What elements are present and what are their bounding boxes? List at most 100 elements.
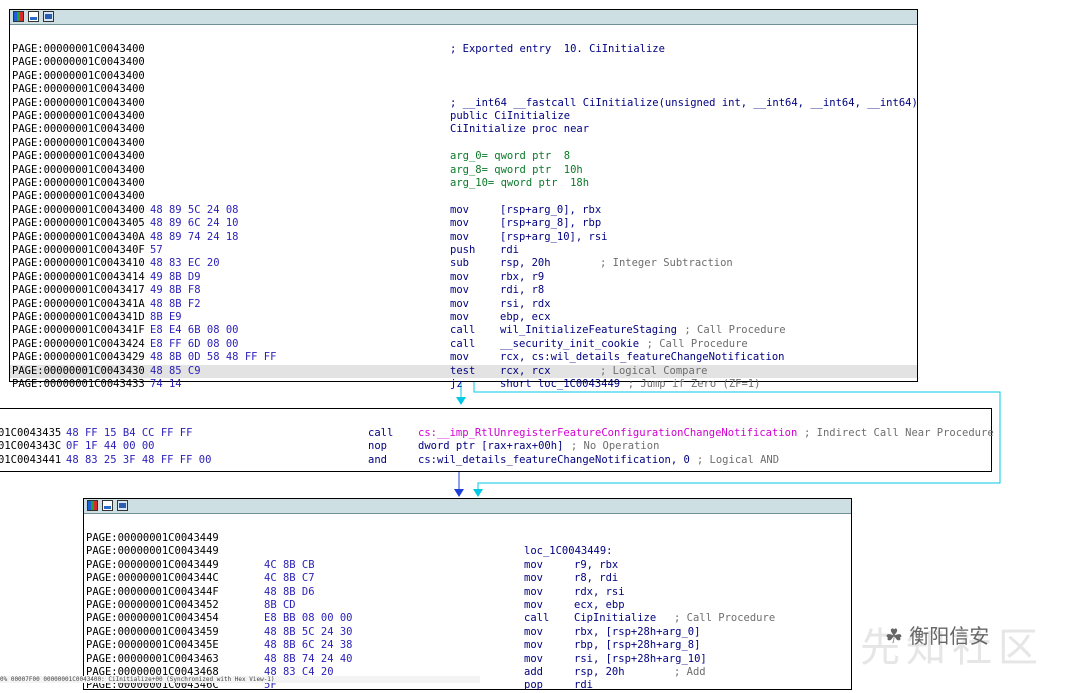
edge-arrow-2 [454,489,464,497]
operands: rdi [574,679,593,692]
listing-row[interactable]: PAGE:00000001C004340F 57 push rdi [10,244,917,257]
listing-row[interactable]: 01C0043441 48 83 25 3F 48 FF FF 00 and cs:w… [0,454,991,467]
operands: dword ptr [rax+rax+00h] [418,440,564,453]
opcode-bytes: 4C 8B C7 [264,572,315,585]
operands: rsp, 20h [574,666,625,678]
opcode-bytes: 48 89 6C 24 10 [150,217,239,230]
listing-row[interactable]: PAGE:00000001C0043400 [10,190,917,203]
opcode-bytes: 48 83 EC 20 [150,257,220,270]
listing-row[interactable]: PAGE:00000001C0043449 [84,532,851,545]
address: 01C0043441 [0,453,62,466]
listing-row[interactable]: PAGE:00000001C0043454 E8 BB 08 00 00 call C… [84,612,851,625]
listing-row[interactable]: PAGE:00000001C0043400 public CiInitialize [10,110,917,123]
opcode-bytes: 8B E9 [150,311,182,323]
listing-row[interactable]: PAGE:00000001C0043433 74 14 jz short loc_1C… [10,378,917,391]
operands: rbx, r9 [500,270,545,283]
operands: rcx, rcx [500,364,551,377]
comment: ; Integer Subtraction [600,257,733,270]
listing-row[interactable]: PAGE:00000001C0043463 48 8B 74 24 40 mov rs… [84,653,851,666]
node-header [10,10,917,25]
mnemonic: mov [524,639,543,652]
listing-row[interactable]: PAGE:00000001C0043405 48 89 6C 24 10 mov [r… [10,217,917,230]
mnemonic: mov [450,230,469,243]
window-icon[interactable] [43,11,54,22]
listing-row[interactable]: PAGE:00000001C0043400 arg_10= qword ptr 1… [10,177,917,190]
address: PAGE:00000001C0043400 [12,163,145,176]
operands: rcx, cs:wil_details_featureChangeNotific… [500,351,785,364]
window-icon[interactable] [117,500,128,511]
directive-text: loc_1C0043449: [524,545,613,558]
listing-row[interactable]: PAGE:00000001C004344C 4C 8B C7 mov r8, rdi [84,572,851,585]
address: PAGE:00000001C004341F [12,324,145,337]
operands: rbp, [rsp+28h+arg_8] [574,639,701,652]
status-bar: 0% 00007F00 00000001C0043400: CiInitiali… [0,676,480,683]
listing-row[interactable]: PAGE:00000001C0043452 8B CD mov ecx, ebp [84,599,851,612]
listing-row[interactable]: PAGE:00000001C0043424 E8 FF 6D 08 00 call _… [10,338,917,351]
directive-text: arg_10= qword ptr 18h [450,177,590,189]
listing-row[interactable]: PAGE:00000001C0043400 ; __int64 __fastcal… [10,97,918,110]
listing-row[interactable]: PAGE:00000001C0043459 48 8B 5C 24 30 mov rb… [84,626,851,639]
listing-row[interactable]: PAGE:00000001C0043400 [10,56,917,69]
listing-row[interactable]: PAGE:00000001C0043400 arg_8= qword ptr 10… [10,164,917,177]
listing-row[interactable]: PAGE:00000001C004344F 48 8B D6 mov rdx, rsi [84,586,851,599]
address: PAGE:00000001C004341D [12,311,145,323]
address: PAGE:00000001C0043417 [12,284,145,297]
listing-row[interactable]: PAGE:00000001C0043400 48 89 5C 24 08 mov [r… [10,204,917,217]
comment: ; Jump if Zero (ZF=1) [627,378,761,390]
address: PAGE:00000001C004340F [12,244,145,256]
graph-node-2[interactable]: 01C0043435 48 FF 15 B4 CC FF FF call cs:__i… [0,408,994,472]
listing-row[interactable]: PAGE:00000001C0043449 loc_1C0043449: [84,545,851,558]
node-header [84,499,851,514]
listing-row[interactable]: PAGE:00000001C0043430 48 85 C9 test rcx, rc… [10,364,917,378]
listing-row[interactable]: PAGE:00000001C0043414 49 8B D9 mov rbx, r9 [10,271,917,284]
address: PAGE:00000001C0043449 [86,532,219,544]
operands: rbx, [rsp+28h+arg_0] [574,625,701,638]
address: PAGE:00000001C004345E [86,639,219,652]
address: PAGE:00000001C0043400 [12,83,145,96]
operands: wil_InitializeFeatureStaging [500,324,678,337]
opcode-bytes: 49 8B F8 [150,284,201,297]
listing-row[interactable]: 01C0043435 48 FF 15 B4 CC FF FF call cs:__i… [0,427,994,440]
watermark: ☘ 衡阳信安 [885,624,990,648]
edit-icon[interactable] [102,500,113,511]
opcode-bytes: 48 FF 15 B4 CC FF FF [66,427,193,439]
listing-row[interactable]: PAGE:00000001C004340A 48 89 74 24 18 mov [r… [10,231,917,244]
listing-row[interactable]: PAGE:00000001C004341D 8B E9 mov ebp, ecx [10,311,917,324]
opcode-bytes: 48 85 C9 [150,364,201,377]
node-3-listing: PAGE:00000001C0043449 PAGE:00000001C00434… [84,514,851,691]
listing-row[interactable]: 01C004343C 0F 1F 44 00 00 nop dword ptr [ra… [0,440,991,453]
listing-row[interactable]: PAGE:00000001C0043410 48 83 EC 20 sub rsp, … [10,257,917,270]
operands: ecx, ebp [574,599,625,611]
listing-row[interactable]: PAGE:00000001C0043429 48 8B 0D 58 48 FF F… [10,351,917,364]
listing-row[interactable]: PAGE:00000001C004341F E8 E4 6B 08 00 call w… [10,324,917,337]
address: PAGE:00000001C0043430 [12,364,145,377]
listing-row[interactable]: PAGE:00000001C0043400 [10,137,917,150]
listing-row[interactable]: PAGE:00000001C0043400 [10,70,917,83]
operands: rsi, [rsp+28h+arg_10] [574,652,707,665]
node-1-listing: PAGE:00000001C0043400 ; Exported entry 10… [10,25,918,390]
listing-row[interactable]: PAGE:00000001C004345E 48 8B 6C 24 38 mov rb… [84,639,851,652]
address: PAGE:00000001C004340A [12,230,145,243]
listing-row[interactable]: PAGE:00000001C004341A 48 8B F2 mov rsi, rdx [10,298,917,311]
graph-color-icon[interactable] [13,11,24,22]
operands: __security_init_cookie [500,337,640,350]
graph-node-3[interactable]: PAGE:00000001C0043449 PAGE:00000001C00434… [83,498,852,691]
listing-row[interactable]: PAGE:00000001C0043400 ; Exported entry 10… [10,43,917,56]
listing-row[interactable]: PAGE:00000001C0043417 49 8B F8 mov rdi, r8 [10,284,917,297]
opcode-bytes: 48 89 74 24 18 [150,230,239,243]
listing-row[interactable]: PAGE:00000001C0043400 CiInitialize proc n… [10,123,917,136]
edit-icon[interactable] [28,11,39,22]
listing-row[interactable]: PAGE:00000001C0043400 [10,83,917,96]
opcode-bytes: 57 [150,244,163,256]
mnemonic: mov [450,284,469,297]
address: PAGE:00000001C0043454 [86,612,219,625]
address: PAGE:00000001C0043405 [12,217,145,230]
address: PAGE:00000001C004344C [86,572,219,585]
operands: rdx, rsi [574,585,625,598]
listing-row[interactable]: PAGE:00000001C0043449 4C 8B CB mov r9, rbx [84,559,851,572]
graph-node-1[interactable]: PAGE:00000001C0043400 ; Exported entry 10… [9,9,918,390]
graph-color-icon[interactable] [87,500,98,511]
mnemonic: call [368,427,394,439]
directive-text: ; Exported entry 10. CiInitialize [450,43,665,55]
listing-row[interactable]: PAGE:00000001C0043400 arg_0= qword ptr 8 [10,150,917,163]
